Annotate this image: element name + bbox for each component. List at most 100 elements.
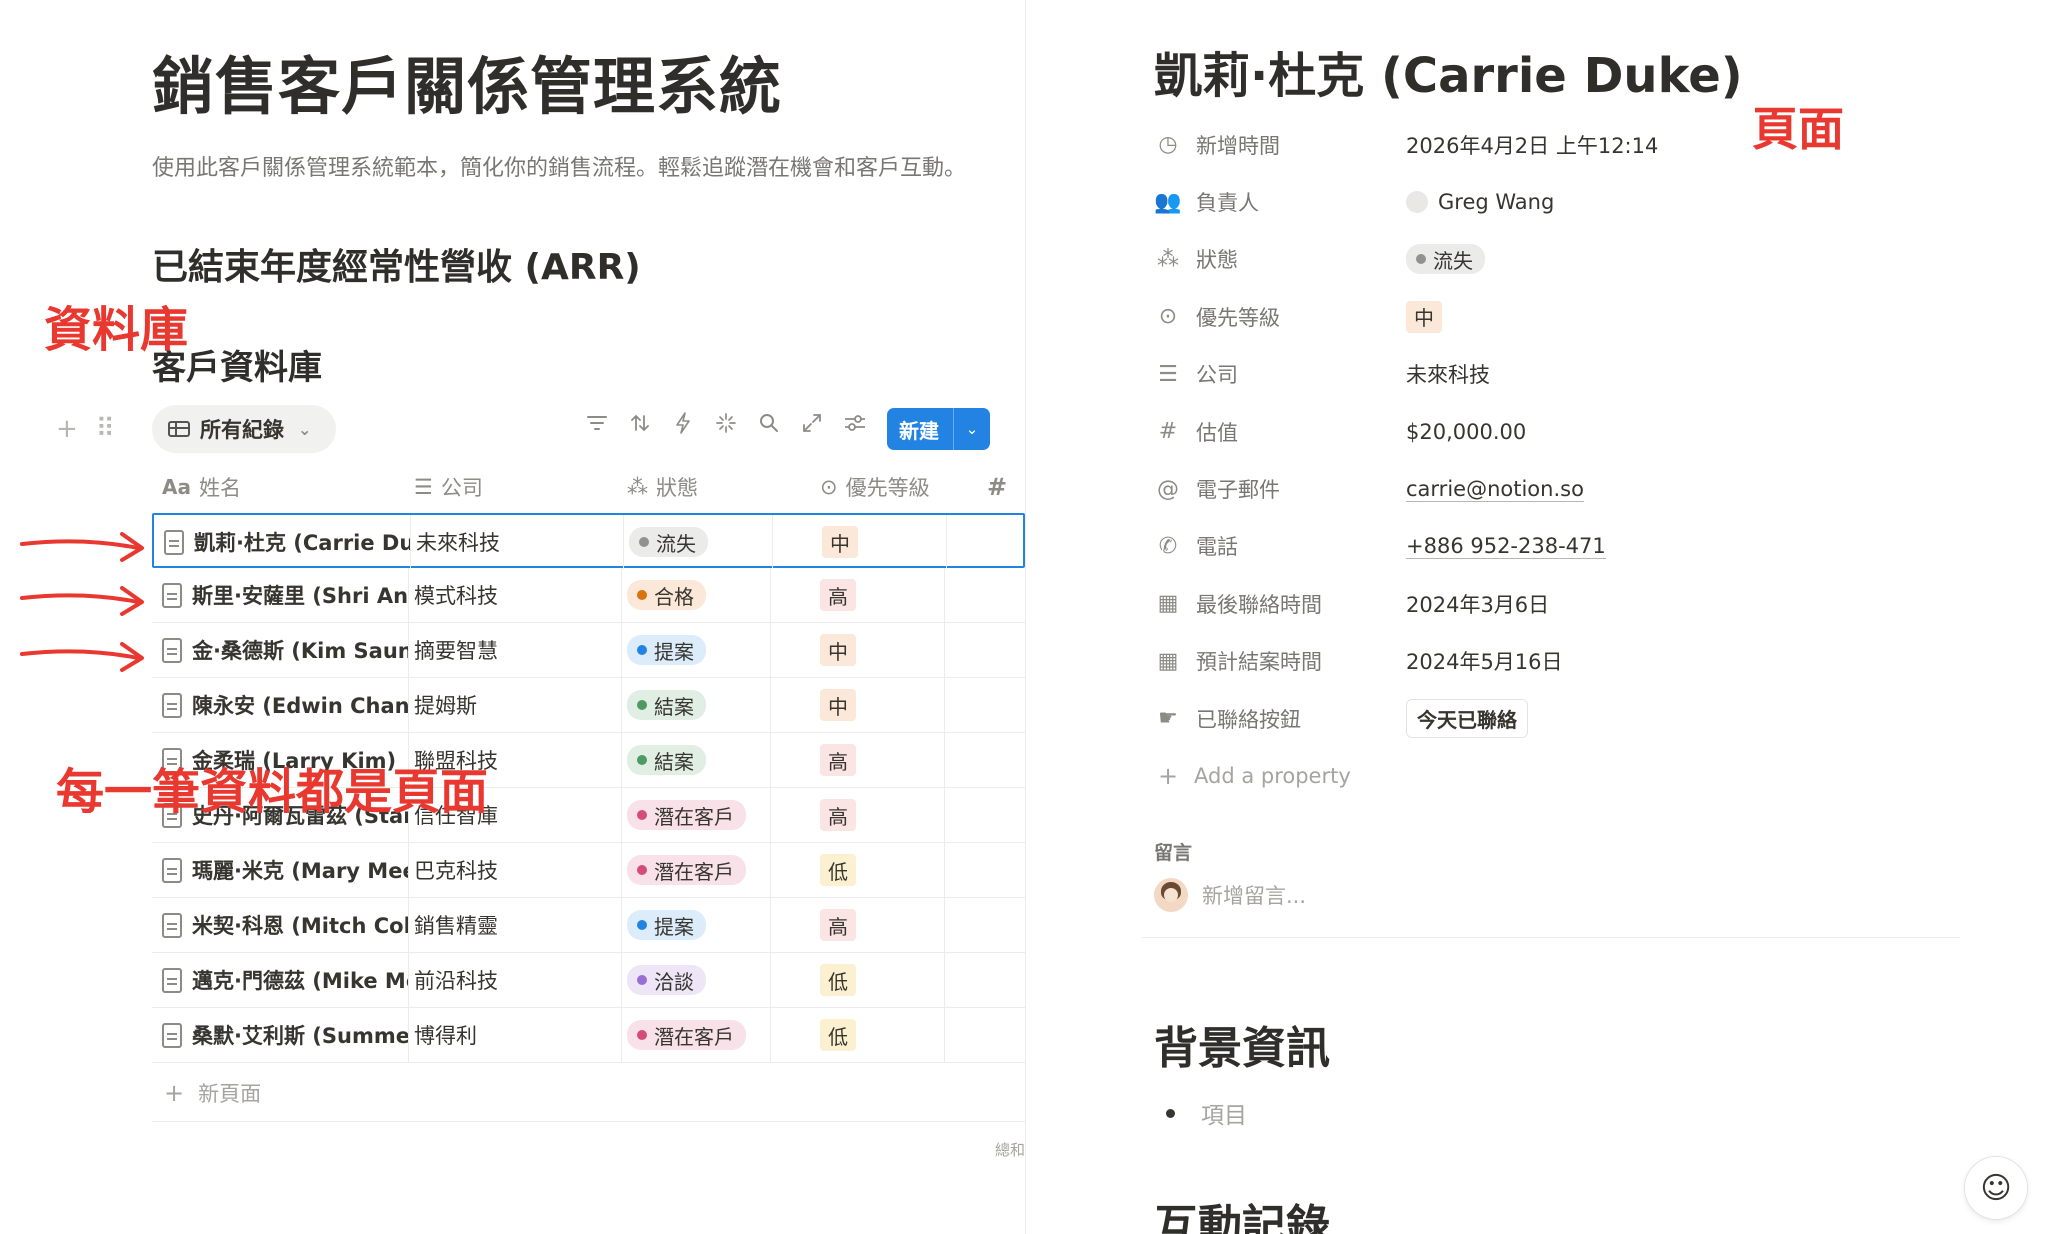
cell-name[interactable]: 米契·科恩 (Mitch Cohen) — [162, 898, 408, 952]
property-key[interactable]: @ 電子郵件 — [1154, 474, 1406, 504]
row-name[interactable]: 陳永安 (Edwin Chan) — [192, 690, 408, 720]
automation-icon[interactable] — [670, 410, 696, 436]
property-key[interactable]: ☛ 已聯絡按鈕 — [1154, 704, 1406, 734]
row-name[interactable]: 邁克·門德茲 (Mike Mendez) — [192, 965, 408, 995]
property-row[interactable]: # 估值 $20,000.00 — [1154, 403, 1874, 460]
expand-icon[interactable] — [799, 410, 825, 436]
property-value[interactable]: Greg Wang — [1438, 190, 1554, 214]
property-row[interactable]: ▦ 預計結案時間 2024年5月16日 — [1154, 633, 1874, 690]
cell-name[interactable]: 凱莉·杜克 (Carrie Duke) — [164, 515, 410, 569]
property-value[interactable]: 2024年3月6日 — [1406, 589, 1549, 619]
property-value-cell[interactable]: +886 952-238-471 — [1406, 534, 1606, 559]
record-title[interactable]: 凱莉·杜克 (Carrie Duke) — [1154, 36, 1743, 106]
table-row[interactable]: 瑪麗·米克 (Mary Meeker)巴克科技 潛在客戶 低 — [152, 843, 1025, 898]
cell-status[interactable]: 結案 — [627, 678, 817, 732]
add-block-icon[interactable]: + — [56, 414, 78, 444]
property-key[interactable]: ☰ 公司 — [1154, 359, 1406, 389]
property-value[interactable]: 未來科技 — [1406, 359, 1490, 389]
column-header-name[interactable]: Aa 姓名 — [162, 466, 241, 508]
cell-priority[interactable]: 中 — [820, 678, 920, 732]
cell-company[interactable]: 提姆斯 — [414, 678, 614, 732]
cell-name[interactable]: 金·桑德斯 (Kim Saunders) — [162, 623, 408, 677]
property-value[interactable]: carrie@notion.so — [1406, 477, 1584, 502]
property-row[interactable]: ⊙ 優先等級 中 — [1154, 288, 1874, 345]
drag-handle-icon[interactable]: ⠿ — [96, 414, 115, 444]
status-badge[interactable]: 流失 — [1406, 244, 1485, 275]
cell-priority[interactable]: 高 — [820, 568, 920, 622]
table-row[interactable]: 凱莉·杜克 (Carrie Duke)未來科技 流失 中 — [152, 513, 1025, 569]
property-key[interactable]: ▦ 最後聯絡時間 — [1154, 589, 1406, 619]
property-value-cell[interactable]: Greg Wang — [1406, 190, 1554, 214]
new-page-button[interactable]: + 新頁面 — [164, 1078, 261, 1108]
contacted-today-button[interactable]: 今天已聯絡 — [1406, 699, 1528, 739]
table-row[interactable]: 陳永安 (Edwin Chan) 提姆斯 結案 中 — [152, 678, 1025, 733]
sort-icon[interactable] — [627, 410, 653, 436]
cell-priority[interactable]: 低 — [820, 1008, 920, 1062]
cell-priority[interactable]: 低 — [820, 843, 920, 897]
view-selector[interactable]: 所有紀錄 ⌄ — [152, 405, 336, 453]
table-row[interactable]: 斯里·安薩里 (Shri Ansari)模式科技 合格 高 — [152, 568, 1025, 623]
property-key[interactable]: 👥 負責人 — [1154, 187, 1406, 217]
cell-status[interactable]: 洽談 — [627, 953, 817, 1007]
property-value-cell[interactable]: carrie@notion.so — [1406, 477, 1584, 502]
cell-status[interactable]: 提案 — [627, 898, 817, 952]
bullet-list-item[interactable]: 項目 — [1166, 1096, 1247, 1130]
cell-company[interactable]: 銷售精靈 — [414, 898, 614, 952]
property-row[interactable]: @ 電子郵件 carrie@notion.so — [1154, 460, 1874, 517]
property-value[interactable]: 2024年5月16日 — [1406, 646, 1563, 676]
new-record-button[interactable]: 新建 ⌄ — [887, 408, 990, 450]
column-header-number[interactable]: # — [987, 466, 1007, 508]
comment-composer[interactable]: 新增留言... — [1154, 878, 1306, 912]
row-name[interactable]: 瑪麗·米克 (Mary Meeker) — [192, 855, 408, 885]
cell-status[interactable]: 潛在客戶 — [627, 1008, 817, 1062]
property-value[interactable]: $20,000.00 — [1406, 420, 1526, 444]
cell-company[interactable]: 模式科技 — [414, 568, 614, 622]
property-row[interactable]: ☰ 公司 未來科技 — [1154, 346, 1874, 403]
table-row[interactable]: 桑默·艾利斯 (Summer Ellis)博得利 潛在客戶 低 — [152, 1008, 1025, 1063]
property-key[interactable]: ◷ 新增時間 — [1154, 130, 1406, 160]
settings-sliders-icon[interactable] — [842, 410, 868, 436]
table-row[interactable]: 米契·科恩 (Mitch Cohen)銷售精靈 提案 高 — [152, 898, 1025, 953]
row-name[interactable]: 米契·科恩 (Mitch Cohen) — [192, 910, 408, 940]
cell-company[interactable]: 未來科技 — [416, 515, 616, 569]
property-key[interactable]: ✆ 電話 — [1154, 531, 1406, 561]
table-row[interactable]: 邁克·門德茲 (Mike Mendez)前沿科技 洽談 低 — [152, 953, 1025, 1008]
cell-status[interactable]: 潛在客戶 — [627, 843, 817, 897]
filter-icon[interactable] — [584, 410, 610, 436]
property-value-cell[interactable]: 流失 — [1406, 244, 1485, 275]
ai-sparkle-icon[interactable] — [713, 410, 739, 436]
cell-priority[interactable]: 高 — [820, 788, 920, 842]
cell-status[interactable]: 結案 — [627, 733, 817, 787]
cell-status[interactable]: 潛在客戶 — [627, 788, 817, 842]
property-row[interactable]: 👥 負責人 Greg Wang — [1154, 173, 1874, 230]
comment-input[interactable]: 新增留言... — [1202, 880, 1306, 910]
property-key[interactable]: ▦ 預計結案時間 — [1154, 646, 1406, 676]
cell-name[interactable]: 陳永安 (Edwin Chan) — [162, 678, 408, 732]
column-header-company[interactable]: ☰ 公司 — [414, 466, 483, 508]
property-value-cell[interactable]: 未來科技 — [1406, 359, 1490, 389]
property-key[interactable]: # 估值 — [1154, 417, 1406, 447]
cell-status[interactable]: 流失 — [629, 515, 819, 569]
property-row[interactable]: ▦ 最後聯絡時間 2024年3月6日 — [1154, 575, 1874, 632]
property-row[interactable]: ✆ 電話 +886 952-238-471 — [1154, 518, 1874, 575]
add-property-button[interactable]: + Add a property — [1154, 747, 1874, 804]
cell-company[interactable]: 博得利 — [414, 1008, 614, 1062]
row-name[interactable]: 斯里·安薩里 (Shri Ansari) — [192, 580, 408, 610]
property-value[interactable]: 2026年4月2日 上午12:14 — [1406, 130, 1658, 160]
bullet-placeholder[interactable]: 項目 — [1201, 1096, 1247, 1130]
cell-company[interactable]: 前沿科技 — [414, 953, 614, 1007]
help-button[interactable]: ☺ — [1964, 1156, 2028, 1220]
row-name[interactable]: 桑默·艾利斯 (Summer Ellis) — [192, 1020, 408, 1050]
block-handle[interactable]: + ⠿ — [56, 414, 115, 444]
cell-company[interactable]: 巴克科技 — [414, 843, 614, 897]
cell-status[interactable]: 提案 — [627, 623, 817, 677]
row-name[interactable]: 凱莉·杜克 (Carrie Duke) — [194, 527, 410, 557]
property-key[interactable]: ⁂ 狀態 — [1154, 244, 1406, 274]
cell-priority[interactable]: 中 — [820, 623, 920, 677]
column-header-status[interactable]: ⁂ 狀態 — [627, 466, 698, 508]
property-value-cell[interactable]: 2026年4月2日 上午12:14 — [1406, 130, 1658, 160]
cell-name[interactable]: 邁克·門德茲 (Mike Mendez) — [162, 953, 408, 1007]
cell-priority[interactable]: 高 — [820, 733, 920, 787]
cell-name[interactable]: 桑默·艾利斯 (Summer Ellis) — [162, 1008, 408, 1062]
column-header-priority[interactable]: ⊙ 優先等級 — [820, 466, 930, 508]
